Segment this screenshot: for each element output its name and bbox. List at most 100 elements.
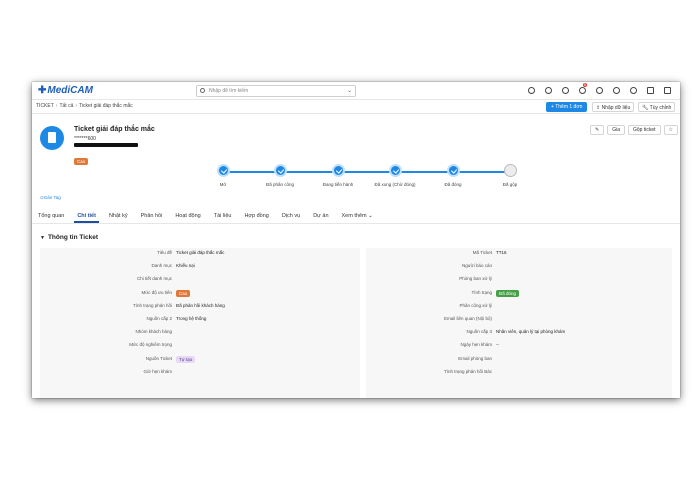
step-1[interactable]: Mở [193, 164, 253, 187]
breadcrumb-item[interactable]: TICKET [36, 103, 54, 109]
detail-row: Mức độ nghiêm trọng [40, 340, 354, 353]
tab-label: Dự án [313, 213, 329, 219]
detail-label: Mức độ nghiêm trọng [129, 342, 172, 348]
tab-4[interactable]: Hoạt động [175, 208, 200, 223]
tab-label: Tài liệu [213, 213, 232, 219]
chevron-down-icon: ⌄ [346, 88, 352, 94]
cloud-icon[interactable] [630, 87, 637, 94]
detail-label: Người báo cáo [462, 263, 492, 269]
customize-button[interactable]: 🔧︎ Tùy chỉnh [638, 102, 676, 112]
merge-ticket-button[interactable]: Gộp ticket [627, 125, 661, 135]
phone-number: *******600 [74, 136, 96, 142]
check-circle-icon [331, 164, 345, 177]
chart-icon[interactable] [664, 87, 671, 94]
breadcrumb-item: Ticket giải đáp thắc mắc [79, 103, 133, 109]
detail-label: Tiêu đề [157, 250, 172, 255]
section-title-text: Thông tin Ticket [47, 234, 99, 241]
ticket-avatar [40, 126, 64, 150]
step-3[interactable]: Đang tiến hành [308, 164, 368, 187]
detail-value[interactable]: TT16 [496, 250, 507, 255]
breadcrumb: TICKET › Tất cả › Ticket giải đáp thắc mắc [36, 103, 133, 109]
wrench-icon: 🔧︎ [642, 105, 650, 111]
calendar-icon[interactable] [647, 87, 654, 94]
tab-5[interactable]: Tài liệu [214, 208, 232, 223]
tab-3[interactable]: Phản hồi [141, 208, 163, 223]
detail-value[interactable]: Trong hệ thống [176, 316, 206, 321]
step-label: Đã xong (Chờ đóng) [374, 182, 416, 187]
detail-row: Nguồn cấp 2 Trong hệ thống [40, 314, 354, 327]
import-button[interactable]: ⇪ Nhập dữ liệu [592, 102, 635, 112]
megaphone-icon[interactable] [545, 87, 552, 94]
detail-row: Tình trạng Đã đóng [368, 288, 680, 301]
detail-label: Chi tiết danh mục [136, 276, 172, 282]
step-5[interactable]: Đã đóng [423, 164, 483, 187]
detail-row: Người báo cáo [368, 261, 680, 274]
top-navbar: ✚MediCAM Nhập để tìm kiếm ⌄ 8 [32, 82, 680, 100]
detail-label: Tình trạng phản hồi [132, 302, 172, 308]
search-icon [200, 88, 205, 93]
star-button[interactable]: ☆ [663, 125, 678, 135]
detail-label: Nhóm khách hàng [135, 329, 172, 335]
detail-label: Nguồn cấp 2 [146, 315, 172, 321]
step-2[interactable]: Đã phân công [250, 164, 310, 187]
clock-icon[interactable] [562, 87, 569, 94]
detail-label: Email liên quan (Nội bộ) [443, 315, 492, 321]
detail-value[interactable]: Nhân viên, quản lý tại phòng khám [496, 329, 565, 334]
tab-label: Dịch vụ [281, 213, 301, 219]
check-circle-icon [446, 164, 460, 177]
detail-row: Chi tiết danh mục [40, 274, 354, 287]
detail-row: Mã Ticket TT16 [368, 248, 680, 261]
step-4[interactable]: Đã xong (Chờ đóng) [365, 164, 425, 187]
phone-icon[interactable] [596, 87, 603, 94]
column-divider [360, 248, 366, 398]
detail-label: Tình trạng phản hồi Bác [443, 368, 492, 374]
app-window: ✚MediCAM Nhập để tìm kiếm ⌄ 8 TICKET › Tất… [32, 82, 680, 398]
document-icon [48, 132, 56, 143]
tab-label: Chi tiết [77, 213, 96, 219]
detail-value[interactable]: Ticket giải đáp thắc mắc [176, 250, 224, 255]
tab-1[interactable]: Chi tiết [74, 208, 99, 223]
detail-label: Email phòng ban [458, 355, 492, 361]
tab-8[interactable]: Dự án [313, 208, 328, 223]
detail-row: Danh mục Khiếu nại [40, 261, 354, 274]
detail-value[interactable]: Cao [176, 289, 191, 297]
edit-button[interactable]: ✎ [590, 125, 605, 135]
detail-value[interactable]: Đã phản hồi khách hàng [176, 303, 225, 308]
detail-value[interactable]: Khiếu nại [176, 263, 195, 268]
detail-row: Phân công xử lý [368, 301, 680, 314]
tab-label: Hợp đồng [244, 213, 269, 219]
tab-label: Xem thêm [341, 213, 367, 219]
share-button[interactable]: Gia [607, 125, 625, 135]
detail-value[interactable]: Đã đóng [496, 289, 520, 297]
tab-0[interactable]: Tổng quan [38, 208, 64, 223]
detail-label: Ngày hẹn khám [460, 342, 492, 348]
add-tag-label: Gán Tag [43, 195, 61, 200]
breadcrumb-item[interactable]: Tất cả [59, 103, 73, 109]
tab-2[interactable]: Nhật ký [109, 208, 128, 223]
tab-6[interactable]: Hợp đồng [244, 208, 268, 223]
step-6[interactable]: Đã gộp [480, 164, 540, 187]
details-grid: Tiêu đề Ticket giải đáp thắc mắc Danh mục K… [40, 248, 672, 398]
tab-label: Nhật ký [108, 213, 128, 219]
step-label: Đang tiến hành [322, 182, 354, 187]
add-button[interactable]: + Thêm 1 đơn [546, 102, 588, 112]
check-circle-icon [216, 164, 230, 177]
detail-value[interactable]: Tự tạo [176, 355, 196, 363]
logo-cross-icon: ✚ [38, 85, 47, 96]
chat-icon[interactable] [613, 87, 620, 94]
bell-icon[interactable]: 8 [579, 83, 587, 94]
section-title[interactable]: ▼ Thông tin Ticket [40, 234, 98, 241]
detail-label: Nguồn cấp 3 [466, 329, 492, 335]
app-logo[interactable]: ✚MediCAM [38, 85, 93, 96]
location-icon[interactable] [528, 87, 535, 94]
empty-circle-icon [503, 164, 517, 177]
add-tag-link[interactable]: ⊙Gán Tag [40, 195, 61, 201]
value-badge: Cao [176, 289, 191, 297]
detail-value[interactable]: -- [496, 342, 499, 347]
search-input[interactable]: Nhập để tìm kiếm ⌄ [196, 85, 356, 97]
detail-row: Email phòng ban [368, 354, 680, 367]
tab-9[interactable]: Xem thêm ⌄ [342, 208, 373, 223]
value-badge: Tự tạo [176, 355, 196, 363]
tab-7[interactable]: Dịch vụ [282, 208, 300, 223]
detail-row: Mức độ ưu tiên Cao [40, 288, 354, 301]
